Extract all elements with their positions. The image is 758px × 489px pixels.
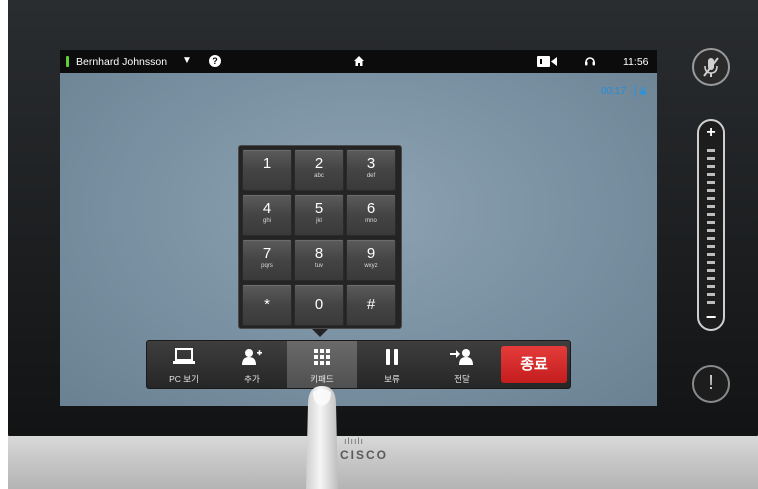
volume-down-icon[interactable]: − bbox=[699, 308, 723, 326]
home-icon[interactable] bbox=[353, 55, 365, 67]
help-icon[interactable]: ? bbox=[209, 55, 221, 67]
mic-muted-icon bbox=[703, 57, 719, 77]
key-4[interactable]: 4 ghi bbox=[242, 194, 292, 236]
add-button[interactable]: 추가 bbox=[217, 341, 287, 388]
volume-level-ticks bbox=[707, 149, 715, 309]
device-base bbox=[8, 436, 758, 489]
mute-button[interactable] bbox=[692, 48, 730, 86]
status-bar: Bernhard Johnsson ▼ ? 11:56 bbox=[60, 50, 657, 73]
key-3[interactable]: 3 def bbox=[346, 149, 396, 191]
key-2[interactable]: 2 abc bbox=[294, 149, 344, 191]
call-duration: 00:17 bbox=[601, 86, 627, 97]
transfer-button[interactable]: 전달 bbox=[427, 341, 497, 388]
user-menu-caret-icon[interactable]: ▼ bbox=[182, 55, 192, 66]
keypad-panel: 1 2 abc 3 def 4 ghi 5 jkl 6 mno 7 pqrs 8 tuv 9w… bbox=[238, 145, 402, 329]
keypad-button[interactable]: 키패드 bbox=[287, 341, 357, 388]
key-0[interactable]: 0 bbox=[294, 284, 344, 326]
headset-icon[interactable] bbox=[584, 55, 596, 67]
pause-icon bbox=[386, 349, 398, 365]
user-name[interactable]: Bernhard Johnsson bbox=[76, 56, 167, 68]
clock: 11:56 bbox=[623, 56, 649, 68]
alert-button[interactable]: ! bbox=[692, 365, 730, 403]
key-9[interactable]: 9 wxyz bbox=[346, 239, 396, 281]
key-star[interactable]: * bbox=[242, 284, 292, 326]
volume-slider[interactable]: + − bbox=[697, 119, 725, 331]
keypad-pointer bbox=[312, 329, 328, 337]
call-toolbar: PC 보기 추가 키패드 보류 전달 종료 bbox=[146, 340, 571, 389]
key-7[interactable]: 7 pqrs bbox=[242, 239, 292, 281]
screen: Bernhard Johnsson ▼ ? 11:56 00:17 1 2 abc… bbox=[60, 50, 657, 406]
volume-up-icon[interactable]: + bbox=[699, 124, 723, 142]
laptop-icon bbox=[173, 348, 195, 364]
pc-view-button[interactable]: PC 보기 bbox=[149, 341, 219, 388]
divider bbox=[635, 84, 636, 97]
exclamation-icon: ! bbox=[708, 372, 714, 394]
key-6[interactable]: 6 mno bbox=[346, 194, 396, 236]
presence-indicator bbox=[66, 56, 69, 67]
lock-icon bbox=[640, 87, 646, 95]
add-person-icon bbox=[242, 349, 262, 365]
camera-icon[interactable] bbox=[537, 56, 557, 67]
key-8[interactable]: 8 tuv bbox=[294, 239, 344, 281]
keypad-grid-icon bbox=[314, 349, 330, 365]
transfer-person-icon bbox=[450, 349, 473, 365]
key-1[interactable]: 1 bbox=[242, 149, 292, 191]
finger-illustration bbox=[306, 386, 338, 489]
end-call-button[interactable]: 종료 bbox=[501, 346, 567, 383]
key-5[interactable]: 5 jkl bbox=[294, 194, 344, 236]
key-hash[interactable]: # bbox=[346, 284, 396, 326]
hold-button[interactable]: 보류 bbox=[357, 341, 427, 388]
